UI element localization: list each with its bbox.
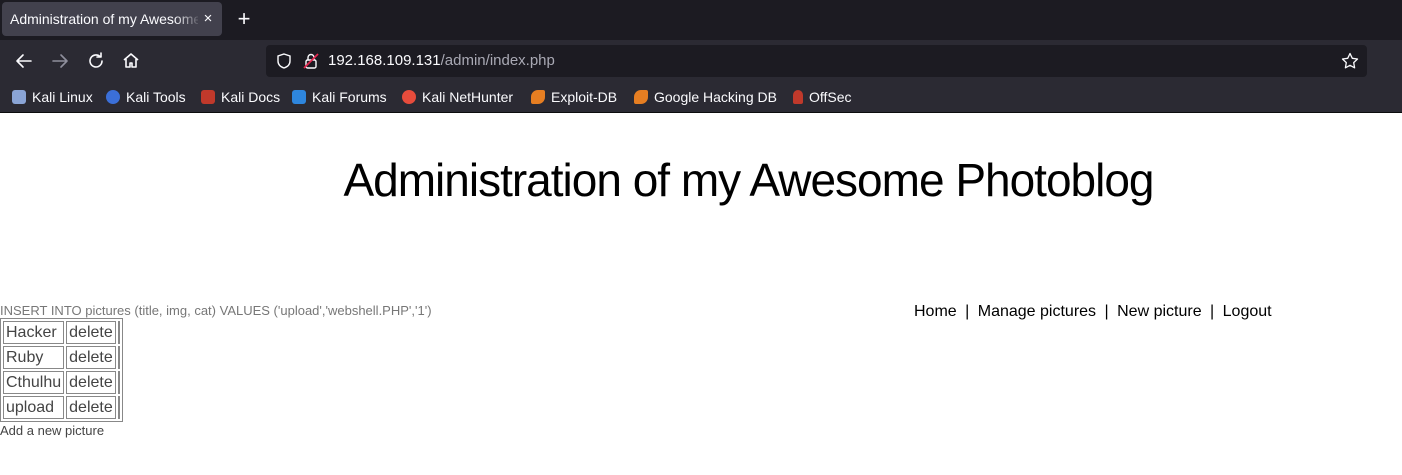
shield-icon[interactable] [274, 51, 294, 71]
sql-debug-output: INSERT INTO pictures (title, img, cat) V… [0, 303, 432, 318]
nethunter-icon [402, 90, 416, 104]
url-text: 192.168.109.131/admin/index.php [328, 52, 555, 70]
forward-icon[interactable] [47, 48, 73, 74]
delete-link[interactable]: delete [66, 371, 116, 394]
url-host: 192.168.109.131 [328, 52, 441, 69]
url-path: /admin/index.php [440, 52, 555, 69]
bookmark-label: Exploit-DB [551, 89, 618, 105]
bookmark-kali-docs[interactable]: Kali Docs [201, 87, 280, 107]
pictures-table: Hacker delete Ruby delete Cthulhu delete… [0, 318, 123, 422]
empty-cell [117, 346, 120, 369]
table-row: Cthulhu delete [3, 371, 120, 394]
bookmark-label: Kali Linux [32, 89, 93, 105]
picture-title: Hacker [3, 321, 65, 344]
bookmark-label: OffSec [809, 89, 852, 105]
bookmark-label: Google Hacking DB [654, 89, 777, 105]
picture-title: upload [3, 396, 65, 419]
menu-separator: | [965, 303, 970, 320]
bookmarks-toolbar: Kali Linux Kali Tools Kali Docs Kali For… [0, 82, 1402, 112]
bookmark-google-hacking-db[interactable]: Google Hacking DB [634, 87, 777, 107]
bookmark-kali-linux[interactable]: Kali Linux [12, 87, 93, 107]
kali-forums-icon [292, 90, 306, 104]
chrome-divider [0, 112, 1402, 113]
exploit-db-icon [531, 90, 545, 104]
url-bar[interactable]: 192.168.109.131/admin/index.php [266, 45, 1367, 77]
admin-menu: Home | Manage pictures | New picture | L… [914, 302, 1272, 322]
bookmark-star-icon[interactable] [1340, 51, 1360, 71]
back-icon[interactable] [11, 48, 37, 74]
menu-logout-link[interactable]: Logout [1223, 302, 1272, 322]
navigation-toolbar: 192.168.109.131/admin/index.php [0, 40, 1402, 82]
table-row: Hacker delete [3, 321, 120, 344]
empty-cell [117, 321, 120, 344]
picture-title: Cthulhu [3, 371, 65, 394]
delete-link[interactable]: delete [66, 321, 116, 344]
menu-new-picture-link[interactable]: New picture [1117, 302, 1201, 322]
menu-home-link[interactable]: Home [914, 302, 957, 322]
bookmark-label: Kali Forums [312, 89, 387, 105]
tab-strip: Administration of my Awesome Photoblog ×… [0, 0, 1402, 40]
kali-dragon-icon [12, 90, 26, 104]
add-new-picture-link[interactable]: Add a new picture [0, 423, 104, 438]
tab-title-fade [174, 2, 202, 36]
menu-manage-pictures-link[interactable]: Manage pictures [978, 302, 1096, 322]
reload-icon[interactable] [83, 48, 109, 74]
ghdb-icon [634, 90, 648, 104]
delete-link[interactable]: delete [66, 346, 116, 369]
empty-cell [117, 371, 120, 394]
bookmark-label: Kali Docs [221, 89, 281, 105]
bookmark-label: Kali Tools [126, 89, 186, 105]
delete-link[interactable]: delete [66, 396, 116, 419]
home-icon[interactable] [118, 48, 144, 74]
bookmark-label: Kali NetHunter [422, 89, 514, 105]
menu-separator: | [1210, 303, 1215, 320]
tab-active[interactable]: Administration of my Awesome Photoblog × [2, 2, 222, 36]
bookmark-offsec[interactable]: OffSec [793, 87, 852, 107]
kali-tools-icon [106, 90, 120, 104]
tab-title: Administration of my Awesome Photoblog [10, 11, 198, 27]
tab-close-icon[interactable]: × [200, 10, 216, 28]
bookmark-kali-tools[interactable]: Kali Tools [106, 87, 186, 107]
insecure-lock-icon[interactable] [301, 51, 321, 71]
new-tab-button[interactable]: + [232, 6, 256, 32]
empty-cell [117, 396, 120, 419]
menu-separator: | [1104, 303, 1109, 320]
bookmark-kali-nethunter[interactable]: Kali NetHunter [402, 87, 513, 107]
bookmark-kali-forums[interactable]: Kali Forums [292, 87, 387, 107]
table-row: upload delete [3, 396, 120, 419]
picture-title: Ruby [3, 346, 65, 369]
kali-docs-icon [201, 90, 215, 104]
bookmark-exploit-db[interactable]: Exploit-DB [531, 87, 617, 107]
page-title: Administration of my Awesome Photoblog [343, 154, 1154, 206]
table-row: Ruby delete [3, 346, 120, 369]
offsec-icon [793, 90, 803, 104]
